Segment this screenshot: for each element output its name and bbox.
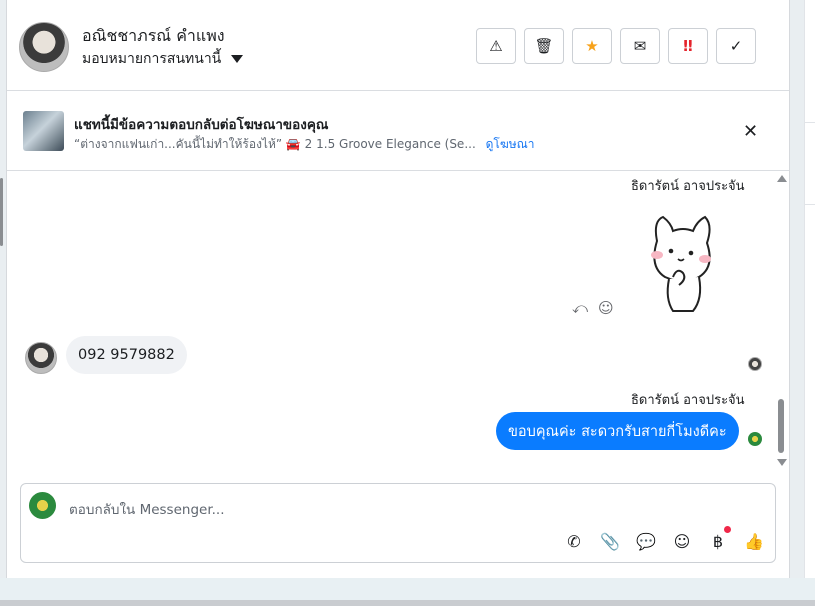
scroll-up-icon[interactable] — [777, 175, 787, 182]
assign-label: มอบหมายการสนทนานี้ — [82, 51, 222, 67]
ad-banner-subtitle: “ต่างจากแฟนเก่า...คันนี้ไม่ทำให้ร้องไห้”… — [74, 135, 535, 154]
outgoing-message-bubble[interactable]: ขอบคุณค่ะ สะดวกรับสายกี่โมงดีคะ — [496, 412, 739, 450]
ad-thumbnail — [23, 111, 64, 151]
react-icon[interactable]: ☺ — [598, 299, 614, 317]
ad-caption: “ต่างจากแฟนเก่า...คันนี้ไม่ทำให้ร้องไห้”… — [74, 137, 476, 151]
scroll-thumb[interactable] — [778, 399, 784, 453]
warning-icon: ⚠ — [489, 37, 503, 55]
done-button[interactable]: ✓ — [716, 28, 756, 64]
double-exclamation-icon: ‼ — [683, 37, 693, 55]
close-icon[interactable]: ✕ — [743, 121, 758, 142]
assign-dropdown[interactable]: มอบหมายการสนทนานี้ — [82, 48, 244, 70]
contact-avatar[interactable] — [19, 22, 69, 72]
divider — [805, 204, 815, 205]
star-button[interactable]: ★ — [572, 28, 612, 64]
important-button[interactable]: ‼ — [668, 28, 708, 64]
page-avatar — [29, 492, 56, 519]
seen-avatar-page — [748, 432, 762, 446]
caret-down-icon — [231, 55, 244, 63]
incoming-message-bubble[interactable]: 092 9579882 — [66, 336, 187, 374]
envelope-icon: ✉ — [633, 37, 647, 55]
like-icon[interactable]: 👍 — [743, 530, 765, 552]
checkmark-icon: ✓ — [729, 37, 743, 55]
conversation-panel: อณิชชาภรณ์ คำแพง มอบหมายการสนทนานี้ ⚠ 🗑 … — [6, 0, 790, 578]
attach-icon[interactable]: 📎 — [599, 530, 621, 552]
header-actions: ⚠ 🗑 ★ ✉ ‼ ✓ — [476, 28, 756, 64]
right-sidebar-edge — [804, 0, 815, 578]
scroll-down-icon[interactable] — [777, 459, 787, 466]
star-icon: ★ — [585, 37, 599, 55]
message-actions: ⤺ ☺ — [572, 299, 614, 317]
ad-reply-banner: แชทนี้มีข้อความตอบกลับต่อโฆษณาของคุณ “ต่… — [7, 91, 789, 171]
taskbar-strip — [0, 600, 815, 606]
sender-name: ธิดารัตน์ อาจประจัน — [631, 393, 745, 408]
call-icon[interactable]: ✆ — [563, 530, 585, 552]
contact-name[interactable]: อณิชชาภรณ์ คำแพง — [82, 24, 225, 49]
view-ad-link[interactable]: ดูโฆษณา — [486, 137, 535, 151]
reply-input[interactable]: ตอบกลับใน Messenger... — [69, 498, 225, 520]
conversation-header: อณิชชาภรณ์ คำแพง มอบหมายการสนทนานี้ ⚠ 🗑 … — [7, 0, 789, 91]
left-scroll-indicator[interactable] — [0, 178, 3, 246]
seen-avatar-contact — [748, 357, 762, 371]
ad-banner-title: แชทนี้มีข้อความตอบกลับต่อโฆษณาของคุณ — [74, 117, 329, 133]
payment-icon[interactable]: ฿ — [707, 526, 731, 552]
cat-sticker[interactable] — [643, 207, 719, 317]
composer-tools: ✆ 📎 💬 ☺ ฿ 👍 — [563, 526, 765, 552]
baht-icon: ฿ — [712, 531, 724, 551]
delete-button[interactable]: 🗑 — [524, 28, 564, 64]
reply-icon[interactable]: ⤺ — [572, 299, 588, 317]
saved-replies-icon[interactable]: 💬 — [635, 530, 657, 552]
message-thread: ธิดารัตน์ อาจประจัน ⤺ ☺ 092 9579882 ธิดา… — [7, 171, 789, 471]
incoming-message-text: 092 9579882 — [78, 347, 175, 363]
sender-name: ธิดารัตน์ อาจประจัน — [631, 179, 745, 194]
divider — [805, 122, 815, 123]
message-composer: ตอบกลับใน Messenger... ✆ 📎 💬 ☺ ฿ 👍 — [20, 483, 776, 563]
contact-avatar-small[interactable] — [25, 342, 57, 374]
emoji-icon[interactable]: ☺ — [671, 530, 693, 552]
notification-dot — [724, 526, 731, 533]
report-button[interactable]: ⚠ — [476, 28, 516, 64]
bottom-taskbar — [0, 578, 815, 606]
chat-scrollbar[interactable] — [775, 171, 787, 471]
trash-icon: 🗑 — [534, 37, 554, 55]
mark-unread-button[interactable]: ✉ — [620, 28, 660, 64]
outgoing-message-text: ขอบคุณค่ะ สะดวกรับสายกี่โมงดีคะ — [508, 423, 727, 440]
